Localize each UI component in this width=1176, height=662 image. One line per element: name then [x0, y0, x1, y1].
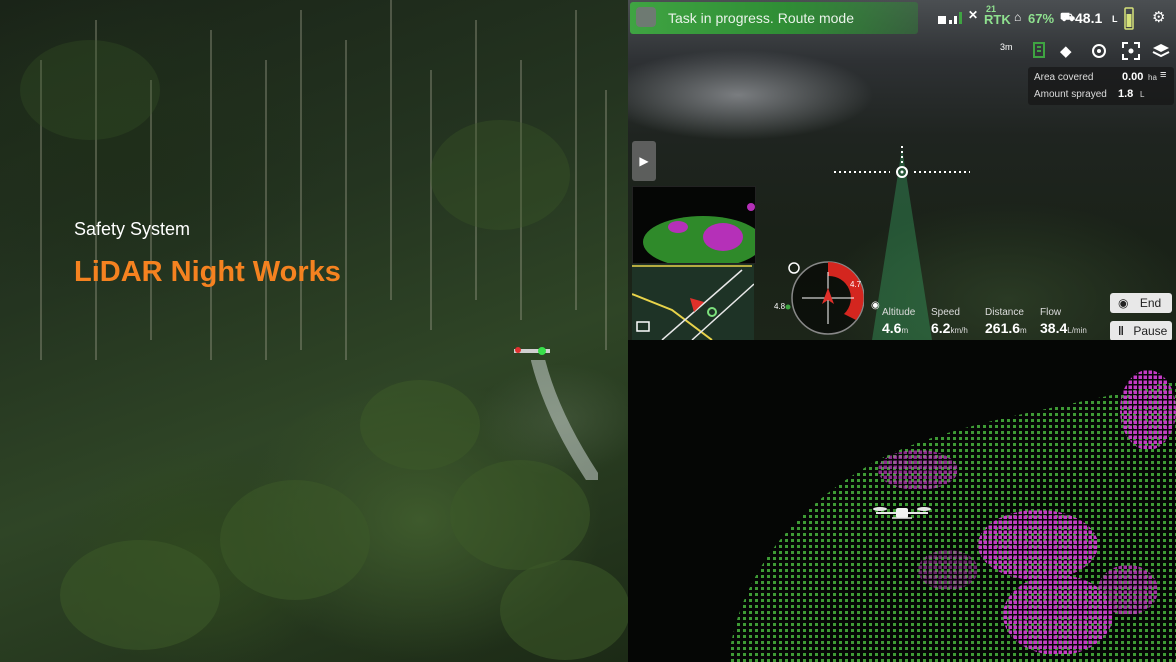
spray-trail	[531, 360, 598, 480]
layers-icon[interactable]	[1152, 42, 1170, 60]
attitude-compass: 4.8 4.7	[774, 258, 865, 340]
end-task-button[interactable]: ◉ End	[1110, 293, 1172, 313]
speed-label: Speed	[931, 307, 960, 318]
area-covered-unit: ha	[1148, 73, 1157, 82]
compass-left-value: 4.8	[774, 302, 786, 311]
feature-title: LiDAR Night Works	[74, 256, 341, 288]
amount-sprayed-value: 1.8	[1118, 88, 1134, 100]
flow-value: 38.4L/min	[1040, 320, 1087, 336]
tank-icon: ⛟	[1060, 10, 1076, 24]
stop-circle-icon: ◉	[1118, 296, 1129, 310]
side-panel-expand-button[interactable]: ▶	[632, 141, 656, 181]
tank-unit: L	[1112, 14, 1118, 24]
task-status-text: Task in progress. Route mode	[668, 10, 854, 26]
altitude-label: Altitude	[882, 307, 916, 318]
tank-level: 48.1	[1075, 10, 1103, 26]
amount-sprayed-unit: L	[1140, 90, 1145, 99]
pause-icon: ‖	[1118, 324, 1124, 338]
coverage-info-panel: Area covered 0.00 ha ≡ Amount sprayed 1.…	[1028, 67, 1174, 105]
satellite-icon: ✕	[968, 8, 979, 22]
aircraft-battery-icon	[1124, 7, 1134, 30]
drone-icon	[514, 347, 550, 355]
status-bar: Task in progress. Route mode ✕ 21 RTK ⌂ …	[628, 0, 1176, 36]
area-covered-value: 0.00	[1122, 71, 1144, 83]
signal-bars-icon	[938, 12, 962, 24]
flow-label: Flow	[1040, 307, 1062, 318]
forest-video-view: Safety System LiDAR Night Works	[0, 0, 628, 662]
pause-task-button[interactable]: ‖ Pause	[1110, 321, 1172, 340]
settings-gear-icon[interactable]: ⚙	[1152, 8, 1165, 26]
list-collapse-icon[interactable]: ≡	[1160, 69, 1166, 81]
lidar-point-cloud-view	[628, 340, 1176, 662]
spray-nozzle-icon[interactable]	[1032, 42, 1046, 58]
compass-right-value: 4.7	[850, 280, 862, 289]
amount-sprayed-label: Amount sprayed	[1034, 89, 1107, 100]
altitude-value: 4.6m	[882, 320, 909, 336]
app-menu-icon[interactable]	[636, 7, 656, 27]
range-indicator[interactable]: 3m	[1000, 42, 1013, 52]
scan-icon[interactable]	[1122, 42, 1140, 60]
drone-model-icon	[873, 507, 931, 519]
visibility-eye-icon[interactable]: ◉	[871, 300, 880, 311]
distance-label: Distance	[985, 307, 1024, 318]
controller-app-view: Task in progress. Route mode ✕ 21 RTK ⌂ …	[628, 0, 1176, 340]
eraser-icon[interactable]: ◆	[1060, 42, 1072, 60]
controller-battery-icon: ⌂	[1014, 10, 1022, 24]
feature-subtitle: Safety System	[74, 219, 191, 239]
speed-value: 6.2km/h	[931, 320, 968, 336]
rtk-label: RTK	[984, 12, 1011, 27]
mini-lidar-view[interactable]	[632, 186, 756, 264]
target-icon[interactable]	[1090, 42, 1108, 60]
battery-percent: 67%	[1028, 11, 1055, 26]
area-covered-label: Area covered	[1034, 72, 1094, 83]
mini-map[interactable]	[632, 264, 754, 340]
distance-value: 261.6m	[985, 320, 1027, 336]
